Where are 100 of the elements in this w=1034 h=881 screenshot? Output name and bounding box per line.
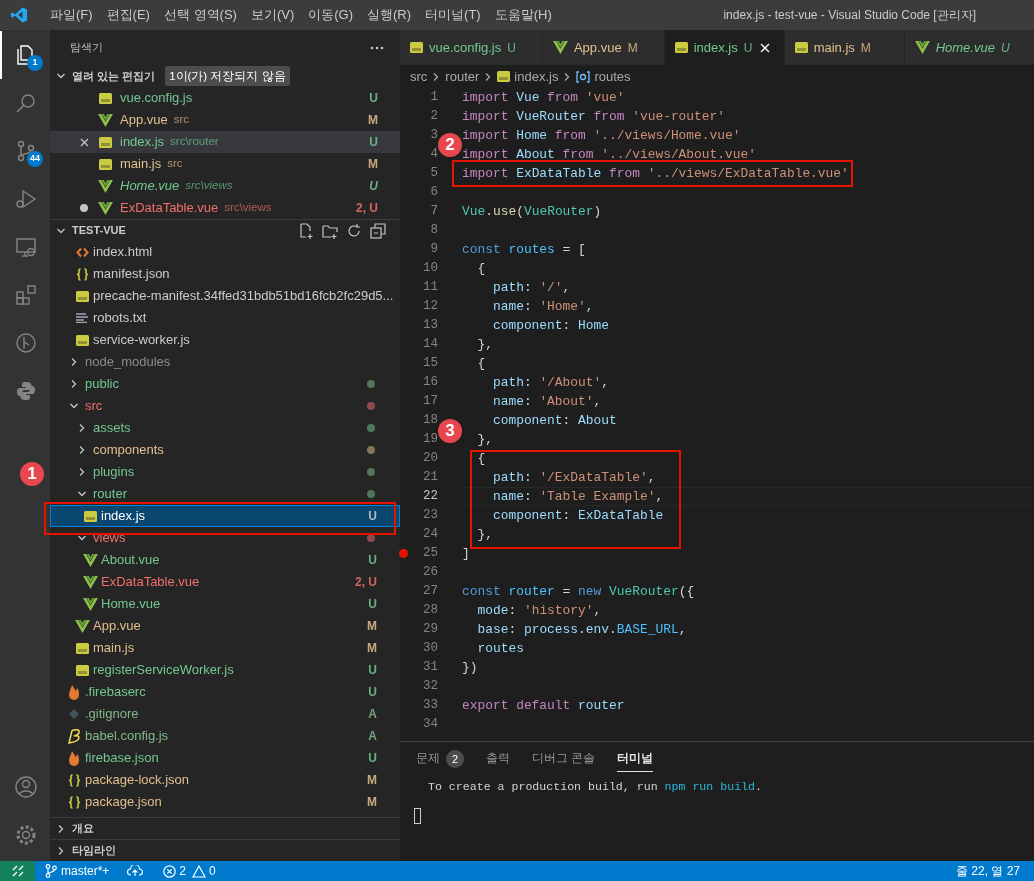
file-item[interactable]: registerServiceWorker.js U [50, 659, 400, 681]
folder-item[interactable]: plugins [50, 461, 400, 483]
flame-icon [68, 750, 80, 766]
breadcrumb-item[interactable]: router [445, 66, 480, 87]
chevron-down-icon[interactable] [77, 489, 87, 499]
file-item[interactable]: index.js U [50, 505, 400, 527]
open-editor-item[interactable]: Home.vue src\views U [50, 175, 400, 197]
line-number: 28 [423, 602, 438, 620]
folder-item[interactable]: router [50, 483, 400, 505]
problems-button[interactable]: 2 0 [163, 862, 216, 880]
code-line: component: About [491, 412, 617, 429]
remote-button[interactable] [0, 861, 35, 881]
v-logo-icon [74, 619, 90, 633]
editor-tab[interactable]: index.js U [664, 30, 785, 65]
file-item[interactable]: service-worker.js [50, 329, 400, 351]
menu-item[interactable]: 보기(V) [243, 5, 302, 25]
chevron-right-icon[interactable] [56, 845, 66, 856]
file-item[interactable]: babel.config.js A [50, 725, 400, 747]
breadcrumb-item[interactable]: routes [594, 66, 631, 87]
menu-item[interactable]: 이동(G) [301, 5, 361, 25]
file-item[interactable]: .gitignore A [50, 703, 400, 725]
file-name: package.json [85, 794, 162, 810]
chevron-right-icon[interactable] [77, 467, 87, 477]
open-editor-item[interactable]: ExDataTable.vue src\views 2, U [50, 197, 400, 219]
file-item[interactable]: robots.txt [50, 307, 400, 329]
script-file-icon [75, 642, 89, 654]
line-number: 12 [423, 298, 438, 316]
source-control-icon-button[interactable]: 44 [0, 127, 50, 175]
menu-item[interactable]: 실행(R) [360, 5, 419, 25]
cursor-position[interactable]: 줄 22, 열 27 [955, 862, 1020, 880]
chevron-right-icon[interactable] [77, 445, 87, 455]
refresh-icon[interactable] [346, 222, 362, 239]
file-item[interactable]: firebase.json U [50, 747, 400, 769]
panel-tab[interactable]: 문제 2 [416, 747, 464, 772]
close-icon[interactable] [79, 137, 89, 147]
sidebar-title: 탐색기 [70, 40, 103, 56]
chevron-right-icon[interactable] [77, 423, 87, 433]
line-number: 14 [423, 336, 438, 354]
file-item[interactable]: package-lock.json M [50, 769, 400, 791]
file-item[interactable]: About.vue U [50, 549, 400, 571]
folder-item[interactable]: assets [50, 417, 400, 439]
git-status: U [368, 552, 377, 569]
branch-button[interactable]: master*+ [45, 862, 110, 880]
menu-item[interactable]: 터미널(T) [418, 5, 488, 25]
file-item[interactable]: main.js M [50, 637, 400, 659]
line-number: 9 [430, 241, 438, 259]
file-item[interactable]: package.json M [50, 791, 400, 813]
new-file-icon[interactable] [298, 222, 314, 239]
chevron-down-icon[interactable] [77, 533, 87, 543]
editor-tab[interactable]: main.js M [784, 30, 905, 65]
file-item[interactable]: Home.vue U [50, 593, 400, 615]
section-header[interactable]: TEST-VUE [50, 219, 400, 241]
open-editor-item[interactable]: App.vue src M [50, 109, 400, 131]
chevron-down-icon[interactable] [69, 401, 79, 411]
file-item[interactable]: index.html [50, 241, 400, 263]
file-item[interactable]: .firebaserc U [50, 681, 400, 703]
folder-item[interactable]: node_modules [50, 351, 400, 373]
folder-item[interactable]: src [50, 395, 400, 417]
file-name: Home.vue [120, 177, 180, 196]
file-item[interactable]: App.vue M [50, 615, 400, 637]
line-number: 3 [430, 127, 438, 145]
breadcrumb-item[interactable]: src [410, 66, 428, 87]
panel-tab[interactable]: 출력 [486, 747, 510, 772]
menu-item[interactable]: 선택 영역(S) [156, 5, 244, 25]
new-folder-icon[interactable] [322, 222, 338, 239]
file-item[interactable]: ExDataTable.vue 2, U [50, 571, 400, 593]
breadcrumb-item[interactable]: index.js [514, 66, 559, 87]
folder-item[interactable]: components [50, 439, 400, 461]
menu-item[interactable]: 도움말(H) [487, 5, 559, 25]
git-status: U [368, 508, 377, 525]
editor-tab[interactable]: vue.config.js U [400, 30, 543, 65]
panel-tab-label: 디버그 콘솔 [532, 751, 596, 767]
menu-item[interactable]: 편집(E) [99, 5, 157, 25]
chevron-down-icon[interactable] [56, 71, 66, 81]
open-editor-item[interactable]: index.js src\router U [50, 131, 400, 153]
folder-item[interactable]: views [50, 527, 400, 549]
code-line: component: Home [491, 317, 609, 334]
collapse-all-icon[interactable] [370, 222, 386, 239]
cloud-upload-icon[interactable] [127, 865, 144, 877]
menu-item[interactable]: 파일(F) [43, 5, 100, 25]
editor-tab[interactable]: App.vue M [542, 30, 665, 65]
variable-icon [576, 70, 591, 83]
breakpoint-icon[interactable] [399, 549, 408, 558]
open-editor-item[interactable]: main.js src M [50, 153, 400, 175]
file-name: main.js [120, 155, 162, 174]
section-header[interactable]: 열려 있는 편집기 1이(가) 저장되지 않음 [50, 65, 400, 87]
chevron-right-icon[interactable] [69, 357, 79, 367]
panel-tab[interactable]: 터미널 [617, 747, 654, 772]
open-editor-item[interactable]: vue.config.js U [50, 87, 400, 109]
section-header[interactable]: 개요 [50, 817, 400, 839]
panel-tab[interactable]: 디버그 콘솔 [532, 747, 596, 772]
more-actions-icon[interactable] [370, 45, 384, 50]
folder-item[interactable]: public [50, 373, 400, 395]
editor-tab[interactable]: Home.vue U [904, 30, 1034, 65]
file-item[interactable]: manifest.json [50, 263, 400, 285]
code-line: const router = new VueRouter({ [462, 583, 695, 600]
chevron-right-icon[interactable] [69, 379, 79, 389]
chevron-right-icon[interactable] [56, 823, 66, 834]
code-line: import Home from '../views/Home.vue' [462, 127, 741, 144]
file-item[interactable]: precache-manifest.34ffed31bdb51bd16fcb2fc29d5... [50, 285, 400, 307]
